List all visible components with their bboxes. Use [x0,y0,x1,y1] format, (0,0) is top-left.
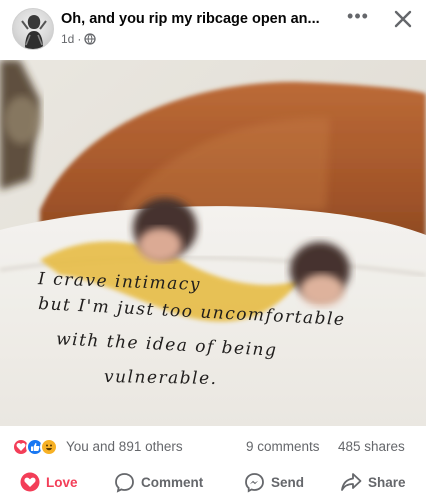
reactions-count[interactable]: You and 891 others [66,439,183,454]
comment-button[interactable]: Comment [114,468,203,496]
more-options-icon[interactable]: ••• [345,7,371,28]
action-bar: Love Comment Send Share [0,462,426,500]
globe-icon [84,33,97,45]
share-label: Share [368,474,406,490]
love-button[interactable]: Love [20,468,78,496]
share-icon [341,473,362,491]
comment-label: Comment [141,474,204,490]
post-time[interactable]: 1d [61,32,74,46]
avatar-figure-icon [21,15,47,49]
post-header: Oh, and you rip my ribcage open an... 1d… [0,0,426,60]
send-label: Send [271,474,305,490]
haha-reaction-icon [40,438,58,456]
close-icon[interactable] [390,6,416,32]
send-button[interactable]: Send [244,468,304,496]
post-meta: 1d · [61,32,97,46]
comments-count[interactable]: 9 comments [246,439,320,454]
reaction-icons[interactable] [12,438,64,456]
post-stats: You and 891 others 9 comments 485 shares [0,430,426,462]
love-label: Love [46,474,78,490]
avatar[interactable] [12,8,54,50]
meta-separator: · [77,32,82,46]
shares-count[interactable]: 485 shares [338,439,405,454]
comment-icon [115,472,134,493]
messenger-icon [245,472,264,492]
share-button[interactable]: Share [340,468,406,496]
post-photo[interactable]: I crave intimacy but I'm just too uncomf… [0,60,426,426]
post-title[interactable]: Oh, and you rip my ribcage open an... [61,11,331,27]
bed-photo-image [0,60,426,426]
love-icon [20,472,40,492]
